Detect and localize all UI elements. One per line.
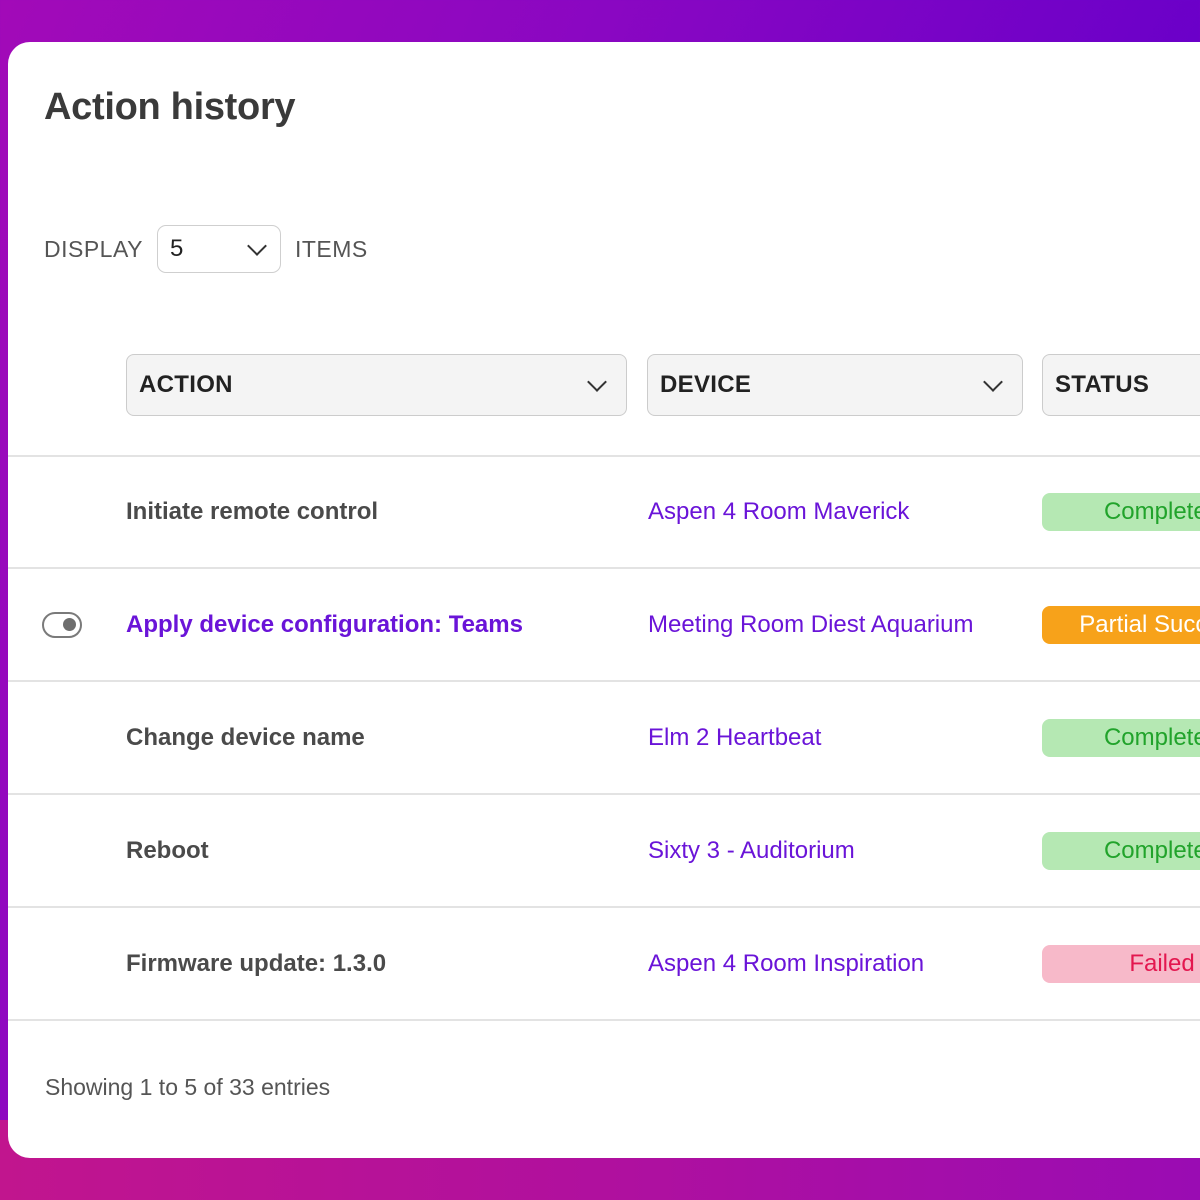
status-badge: Failed: [1042, 945, 1200, 983]
device-filter-dropdown[interactable]: DEVICE: [647, 354, 1023, 416]
row-action-link[interactable]: Apply device configuration: Teams: [126, 569, 523, 681]
page-title: Action history: [44, 86, 296, 128]
row-device-link[interactable]: Elm 2 Heartbeat: [648, 682, 821, 794]
row-action: Firmware update: 1.3.0: [126, 950, 387, 977]
display-items-control: DISPLAY 5 ITEMS: [44, 224, 368, 274]
row-toggle-switch[interactable]: [42, 612, 82, 638]
chevron-down-icon: [247, 236, 267, 256]
items-per-page-select[interactable]: 5: [156, 225, 281, 273]
chevron-down-icon: [983, 372, 1003, 392]
row-action: Initiate remote control: [126, 498, 379, 525]
table-row: Apply device configuration: Teams Meetin…: [8, 569, 1200, 681]
entries-count: Showing 1 to 5 of 33 entries: [45, 1074, 331, 1100]
device-filter-label: DEVICE: [660, 371, 752, 398]
items-per-page-value: 5: [169, 235, 184, 262]
action-filter-dropdown[interactable]: ACTION: [126, 354, 627, 416]
row-device-link[interactable]: Aspen 4 Room Inspiration: [648, 908, 924, 1020]
table-row: Change device name Elm 2 Heartbeat Compl…: [8, 682, 1200, 794]
items-label: ITEMS: [294, 235, 368, 262]
row-action: Reboot: [126, 837, 209, 864]
action-history-card: Action history DISPLAY 5 ITEMS ACTION DE…: [8, 42, 1200, 1158]
display-label: DISPLAY: [44, 235, 143, 262]
row-action: Change device name: [126, 724, 365, 751]
toggle-knob: [63, 618, 76, 631]
table-row: Firmware update: 1.3.0 Aspen 4 Room Insp…: [8, 908, 1200, 1020]
action-filter-label: ACTION: [139, 371, 233, 398]
status-badge: Completed: [1042, 719, 1200, 757]
row-device-link[interactable]: Sixty 3 - Auditorium: [648, 795, 855, 907]
table-row: Reboot Sixty 3 - Auditorium Completed: [8, 795, 1200, 907]
status-badge: Completed: [1042, 493, 1200, 531]
status-filter-label: STATUS: [1055, 371, 1150, 398]
table-row: Initiate remote control Aspen 4 Room Mav…: [8, 456, 1200, 568]
status-badge: Completed: [1042, 832, 1200, 870]
table-divider: [8, 1019, 1200, 1021]
row-device-link[interactable]: Aspen 4 Room Maverick: [648, 456, 909, 568]
status-filter-dropdown[interactable]: STATUS: [1042, 354, 1200, 416]
status-badge: Partial Success: [1042, 606, 1200, 644]
row-device-link[interactable]: Meeting Room Diest Aquarium: [648, 569, 973, 681]
chevron-down-icon: [587, 372, 607, 392]
